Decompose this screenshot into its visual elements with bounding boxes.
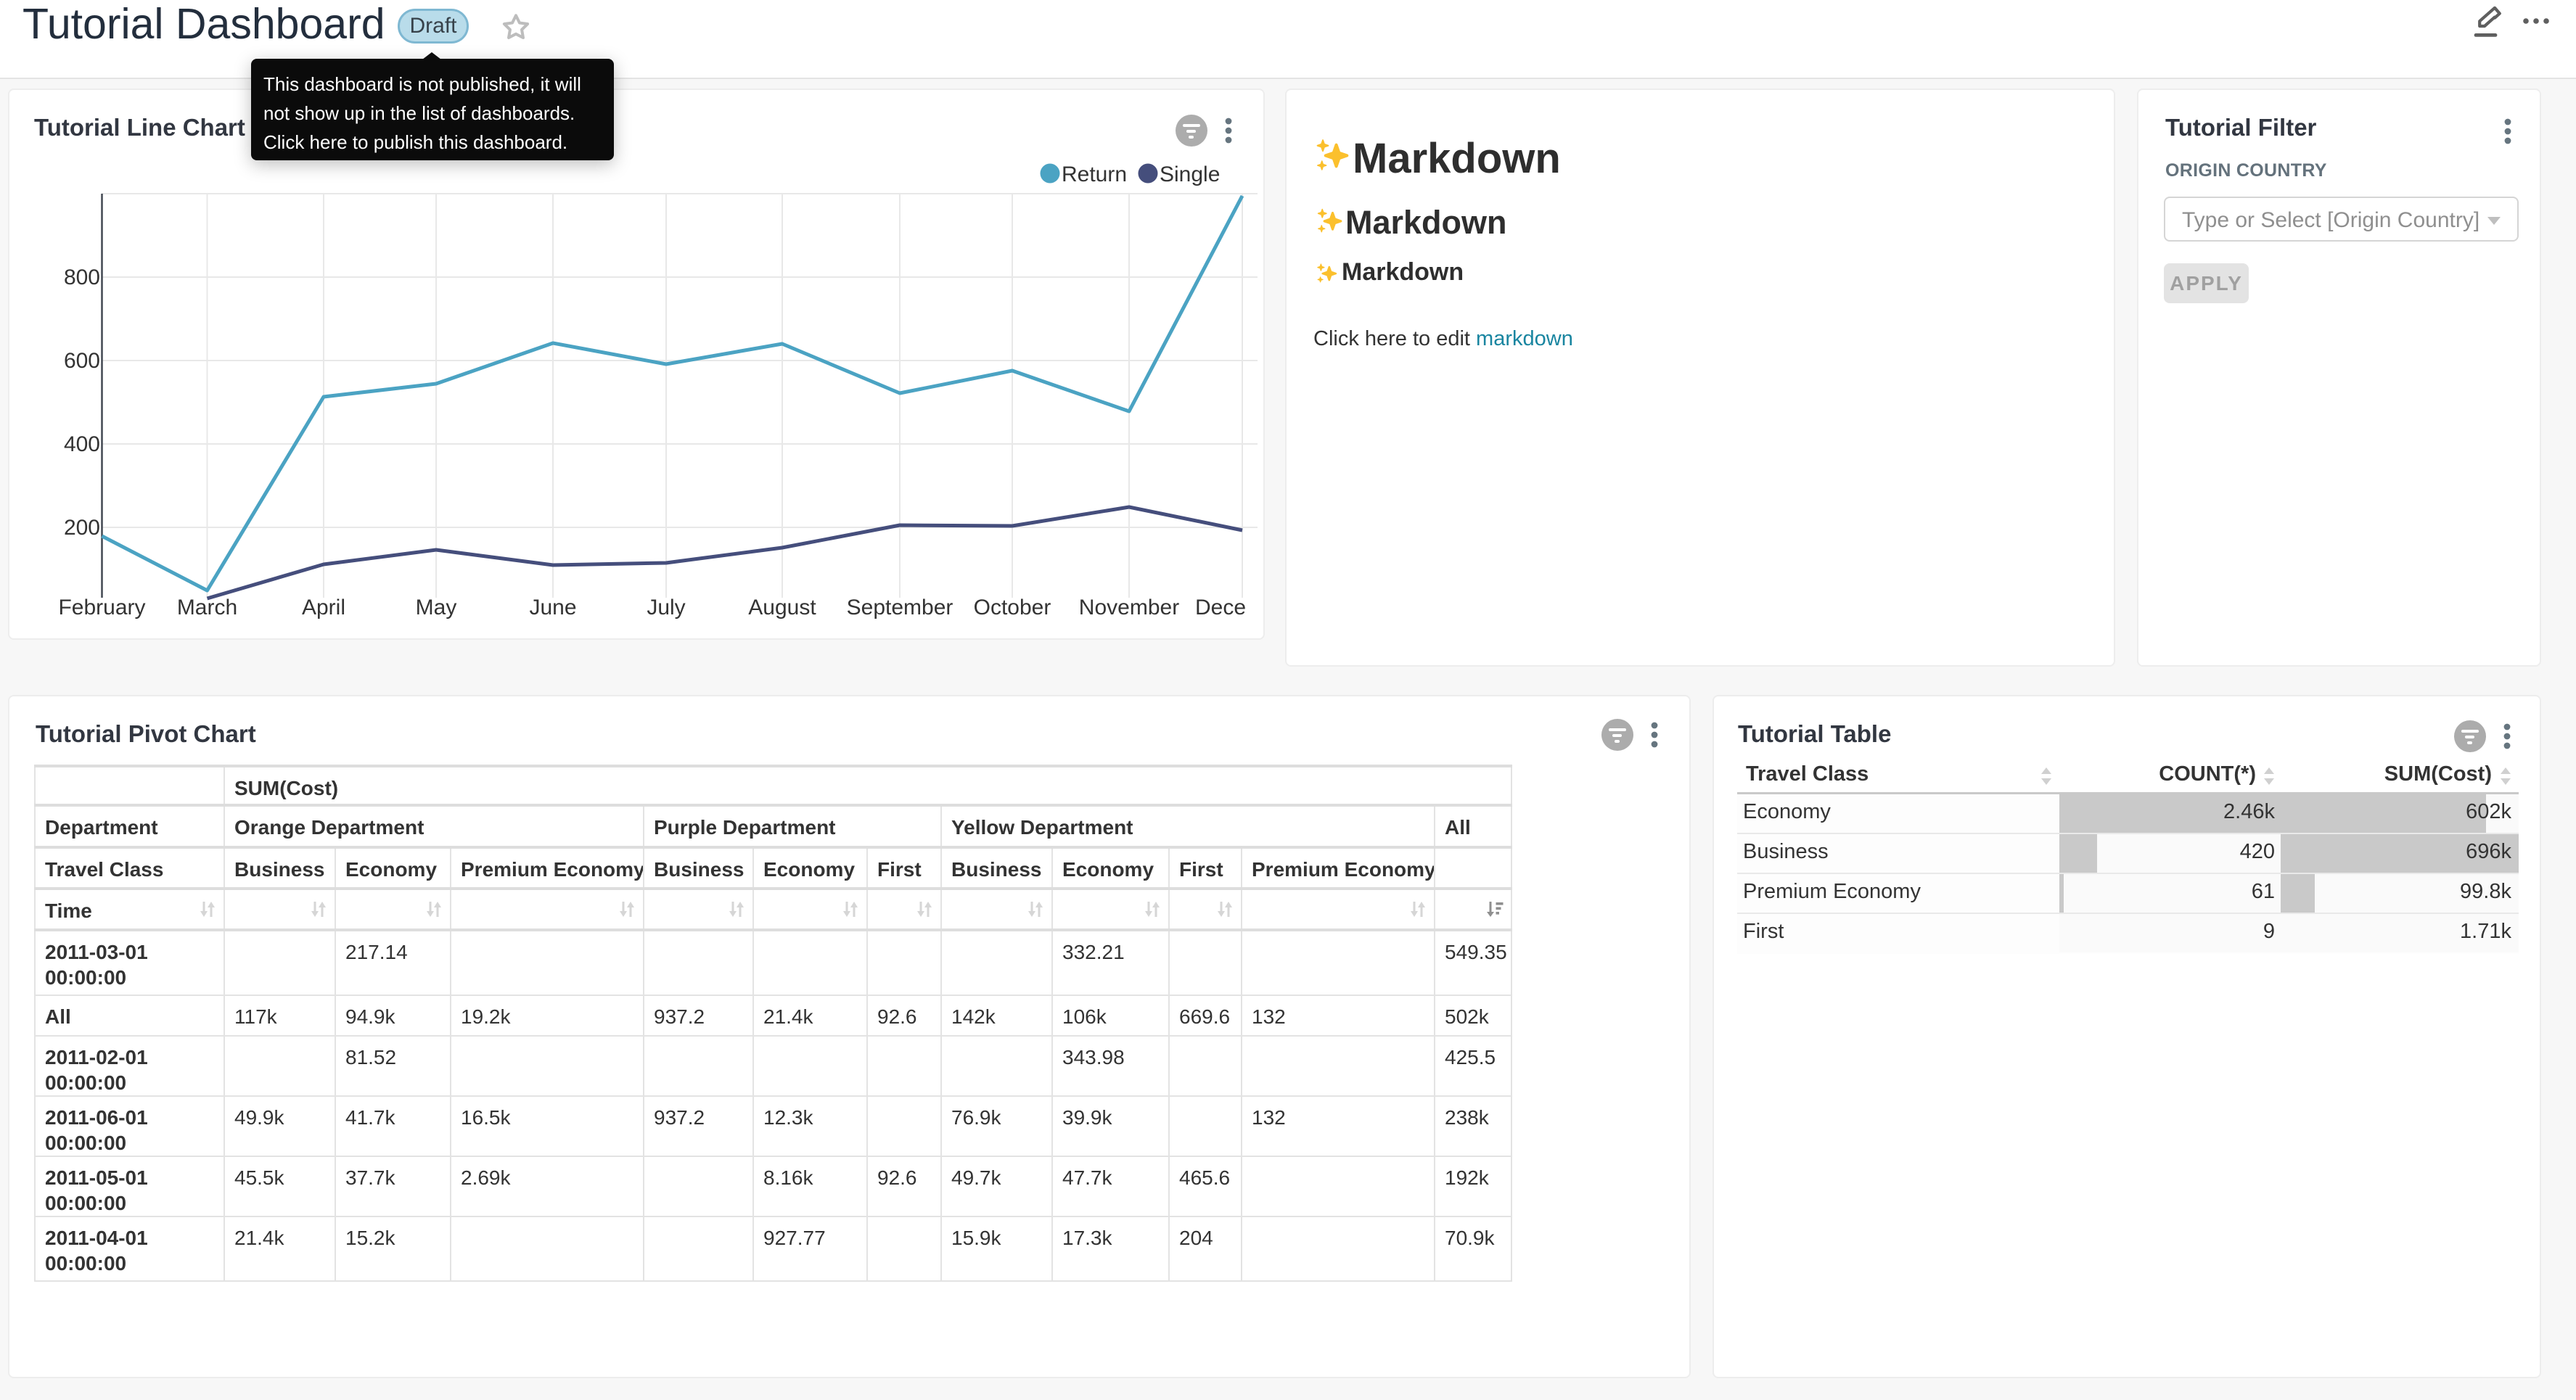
svg-text:800: 800 [64,265,100,289]
svg-text:November: November [1079,596,1179,619]
svg-text:400: 400 [64,432,100,456]
svg-text:July: July [647,596,685,619]
svg-text:200: 200 [64,516,100,540]
svg-text:February: February [58,596,145,619]
svg-text:October: October [974,596,1051,619]
svg-text:June: June [529,596,576,619]
svg-text:August: August [748,596,816,619]
svg-text:April: April [302,596,345,619]
svg-text:Dece: Dece [1195,596,1246,619]
svg-text:600: 600 [64,349,100,373]
svg-text:September: September [847,596,953,619]
svg-text:March: March [177,596,237,619]
svg-text:May: May [416,596,457,619]
svg-text:Return: Return [1062,162,1127,186]
svg-text:Single: Single [1160,162,1220,186]
